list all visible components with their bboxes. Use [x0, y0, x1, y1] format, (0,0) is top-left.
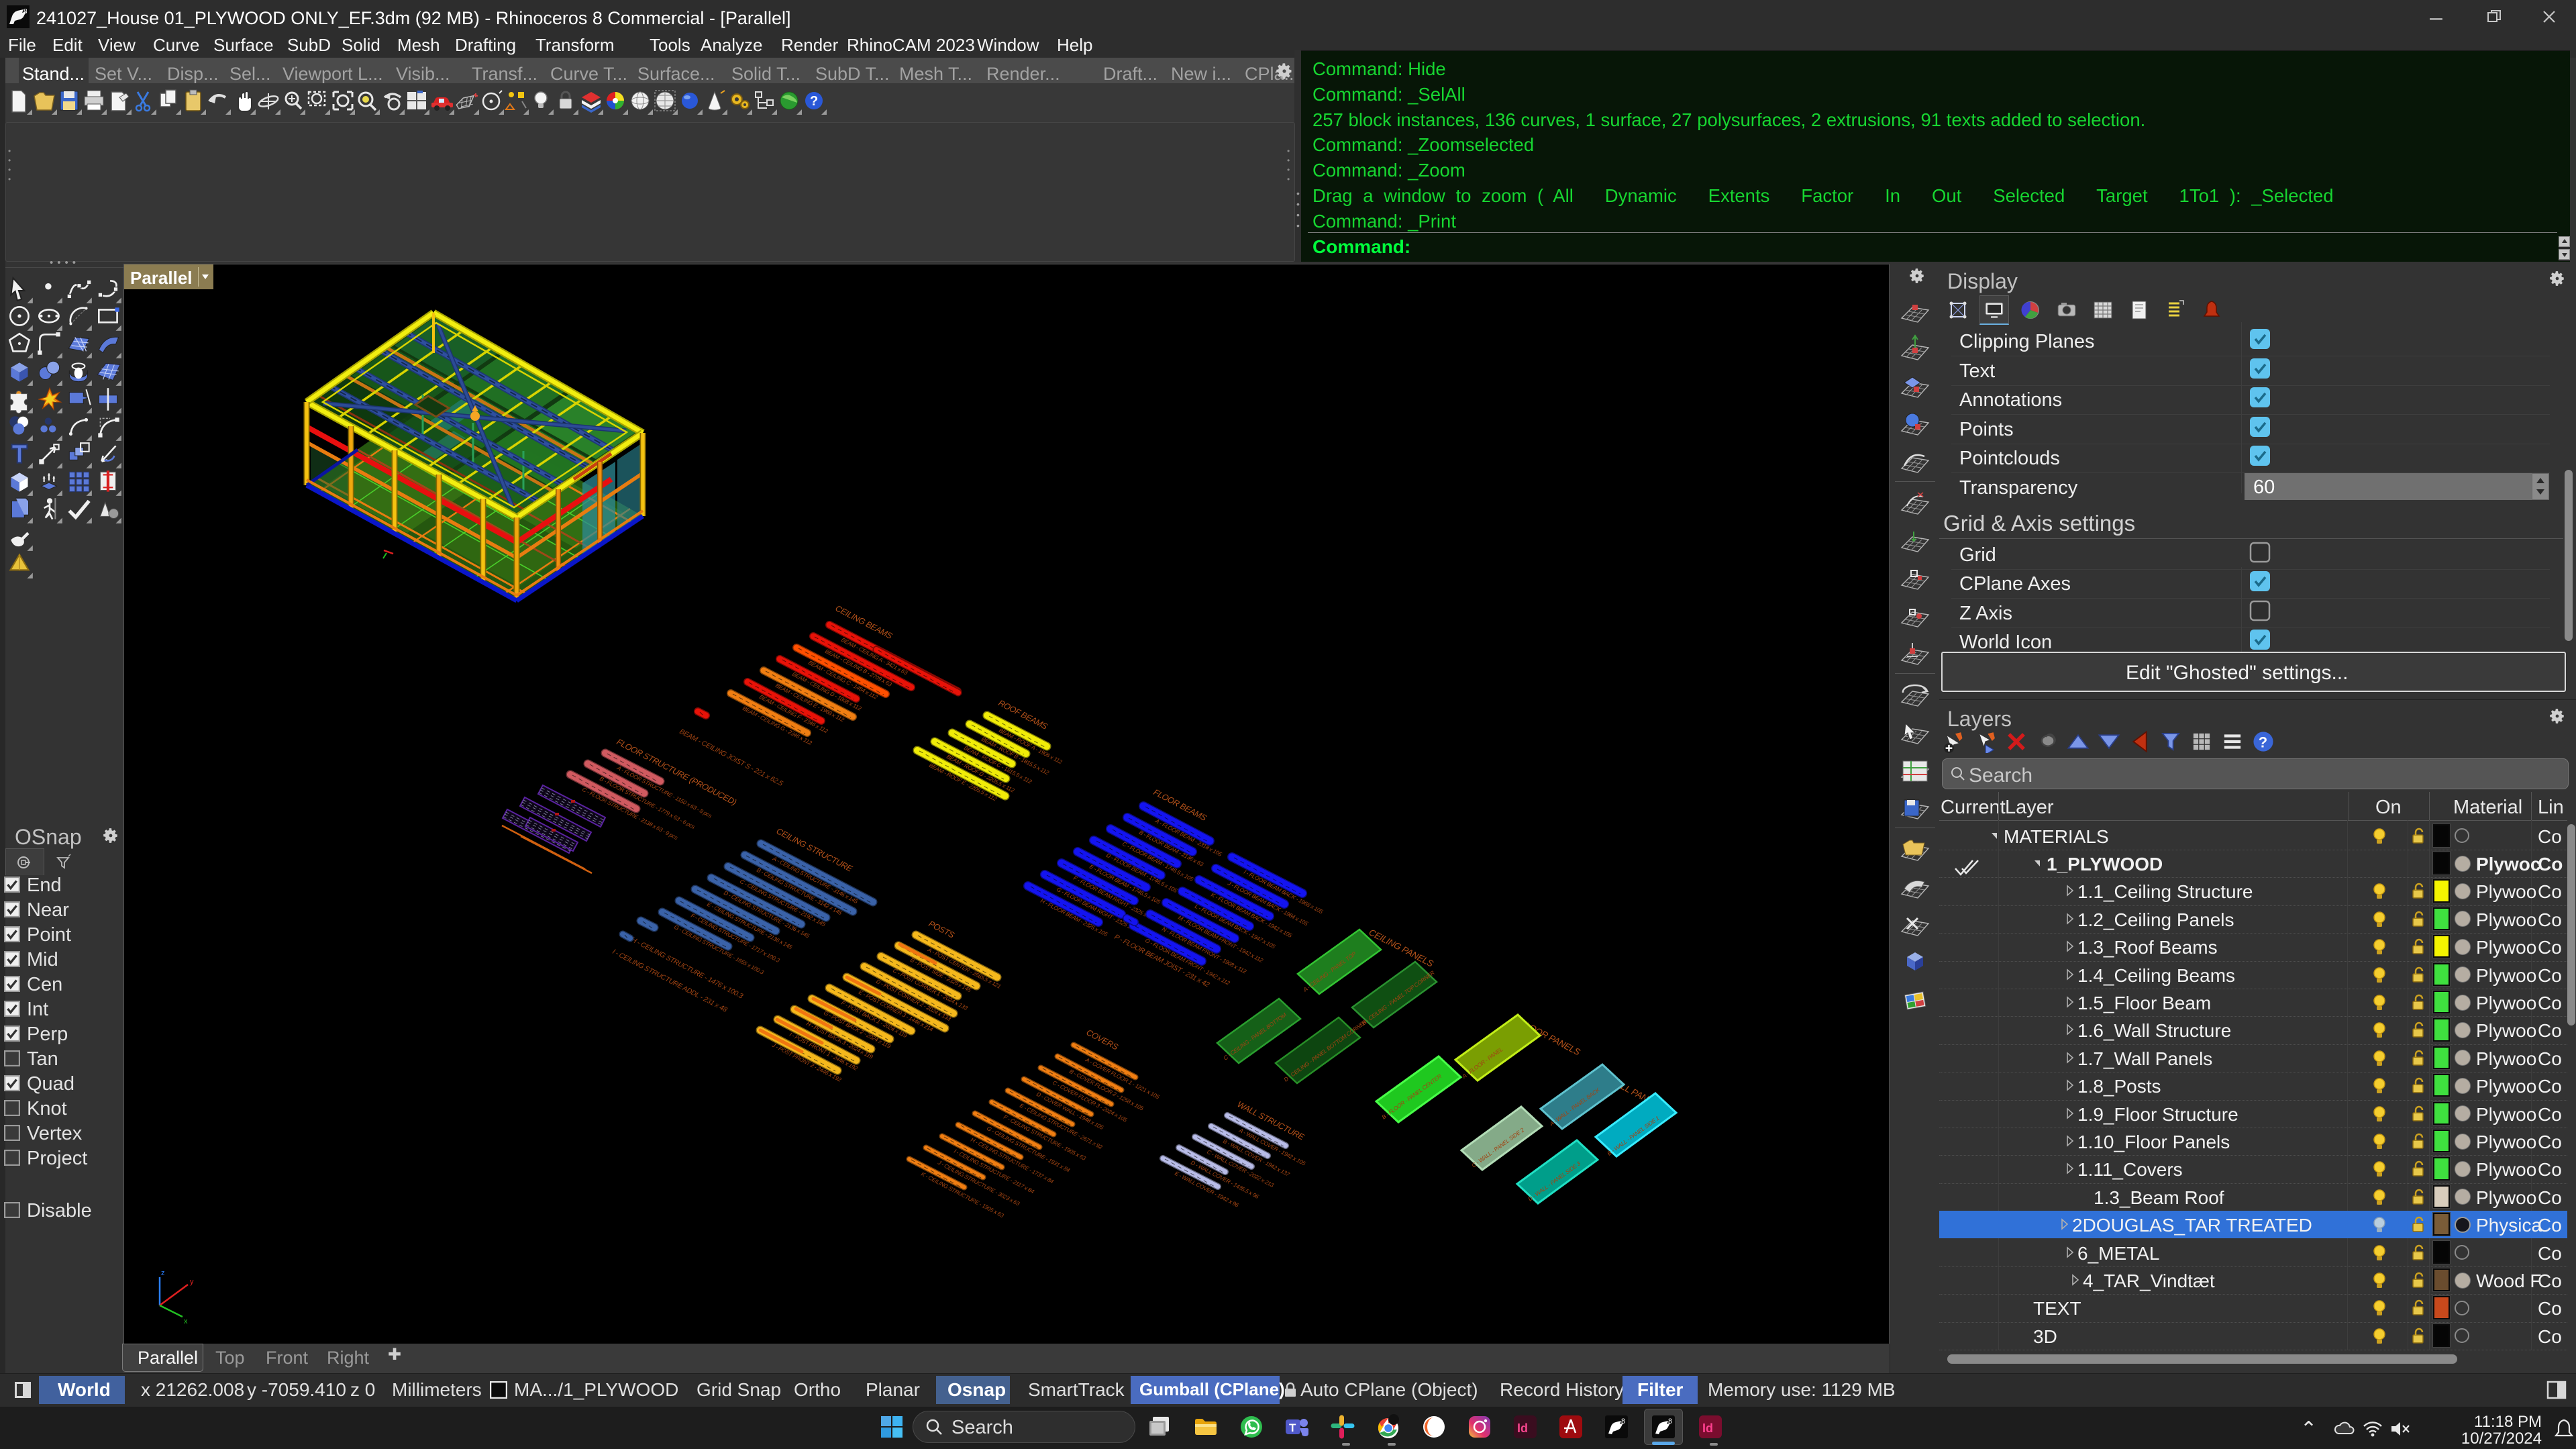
svg-text:z: z — [161, 1269, 165, 1277]
svg-text:8: 8 — [1621, 1417, 1625, 1426]
svg-text:Id: Id — [1702, 1421, 1713, 1435]
svg-text:8: 8 — [1668, 1417, 1672, 1426]
svg-text:y: y — [190, 1278, 194, 1286]
svg-text:COVERS: COVERS — [1085, 1028, 1121, 1052]
svg-text:T: T — [1289, 1421, 1296, 1434]
svg-text:?: ? — [2259, 734, 2267, 751]
svg-text:E - WALL COVER - 1942 x 96: E - WALL COVER - 1942 x 96 — [1174, 1170, 1240, 1209]
svg-text:Id: Id — [1517, 1421, 1528, 1435]
svg-text:x: x — [184, 1317, 188, 1326]
svg-text:POSTS: POSTS — [927, 919, 957, 940]
